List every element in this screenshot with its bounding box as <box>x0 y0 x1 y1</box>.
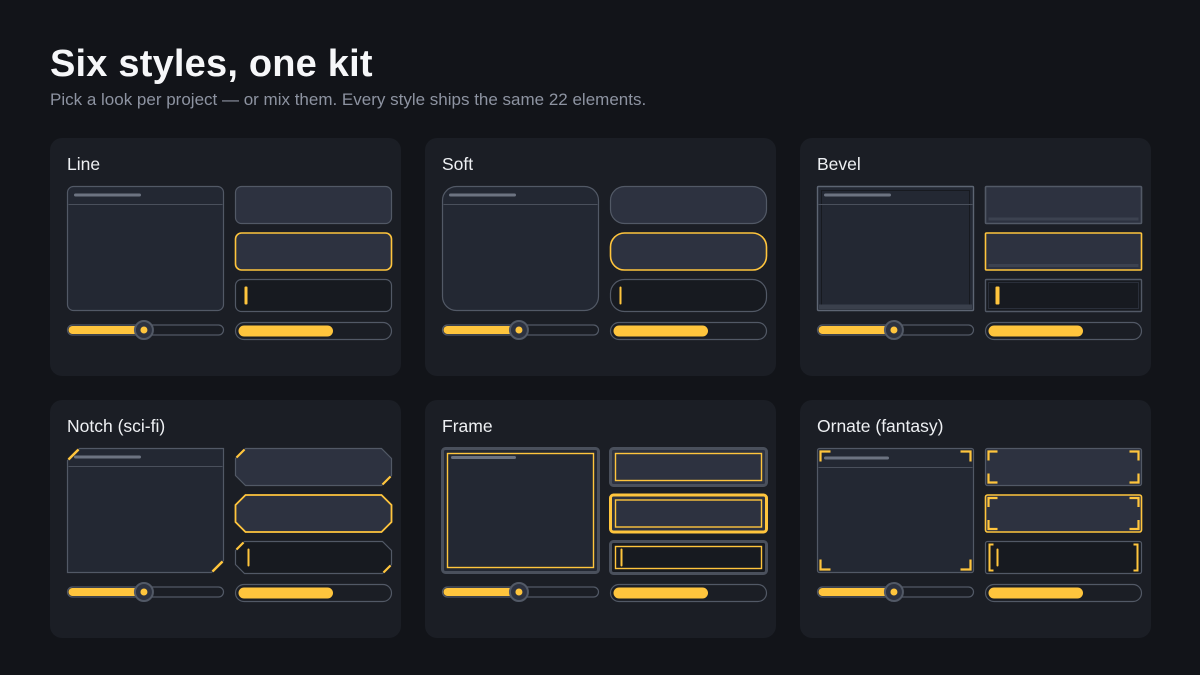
style-preview-bevel <box>816 185 1143 341</box>
style-preview-notch <box>66 447 393 603</box>
slider-knob-dot <box>140 326 148 334</box>
style-card-notch: Notch (sci-fi) <box>50 400 401 638</box>
slider-fill <box>443 326 519 334</box>
text-input[interactable] <box>609 278 768 313</box>
slider-fill <box>818 326 894 334</box>
progress-fill <box>238 325 333 337</box>
button-default[interactable] <box>609 185 768 225</box>
style-card-ornate: Ornate (fantasy) <box>800 400 1151 638</box>
progress-fill <box>988 325 1083 337</box>
text-caret <box>995 286 1000 305</box>
slider-fill <box>443 588 519 596</box>
button-default[interactable] <box>984 447 1143 487</box>
slider-knob-dot <box>515 588 523 596</box>
progress-fill <box>988 587 1083 599</box>
text-caret <box>619 286 622 305</box>
slider-fill <box>68 588 144 596</box>
panel-window <box>816 185 975 312</box>
page-subtitle: Pick a look per project — or mix them. E… <box>50 90 647 109</box>
text-input[interactable] <box>984 540 1143 575</box>
progress-fill <box>613 587 708 599</box>
panel-window <box>66 447 225 574</box>
button-default[interactable] <box>234 447 393 487</box>
button-hover[interactable] <box>234 494 393 533</box>
text-input[interactable] <box>984 278 1143 313</box>
button-hover[interactable] <box>234 232 393 271</box>
text-input[interactable] <box>234 278 393 313</box>
panel-window <box>66 185 225 312</box>
page-title: Six styles, one kit <box>50 43 373 85</box>
slider-fill <box>68 326 144 334</box>
panel-bevel-shadow <box>819 304 972 309</box>
slider-knob-dot <box>140 588 148 596</box>
slider-knob-dot <box>890 326 898 334</box>
panel-window <box>441 185 600 312</box>
progress-fill <box>613 325 708 337</box>
text-input[interactable] <box>234 540 393 575</box>
style-preview-ornate <box>816 447 1143 603</box>
button-default[interactable] <box>234 185 393 225</box>
slider-fill <box>818 588 894 596</box>
text-caret <box>244 286 248 305</box>
text-caret <box>996 548 999 567</box>
style-preview-frame <box>441 447 768 603</box>
style-preview-soft <box>441 185 768 341</box>
progress-fill <box>238 587 333 599</box>
button-bevel-shadow <box>988 264 1139 267</box>
panel-window <box>441 447 600 574</box>
style-preview-line <box>66 185 393 341</box>
style-card-frame: Frame <box>425 400 776 638</box>
text-caret <box>247 548 250 567</box>
text-caret <box>620 548 623 567</box>
style-card-bevel: Bevel <box>800 138 1151 376</box>
slider-knob-dot <box>890 588 898 596</box>
button-hover[interactable] <box>609 232 768 271</box>
style-card-line: Line <box>50 138 401 376</box>
button-bevel-shadow <box>988 217 1139 221</box>
button-hover[interactable] <box>984 494 1143 533</box>
slider-knob-dot <box>515 326 523 334</box>
style-card-soft: Soft <box>425 138 776 376</box>
